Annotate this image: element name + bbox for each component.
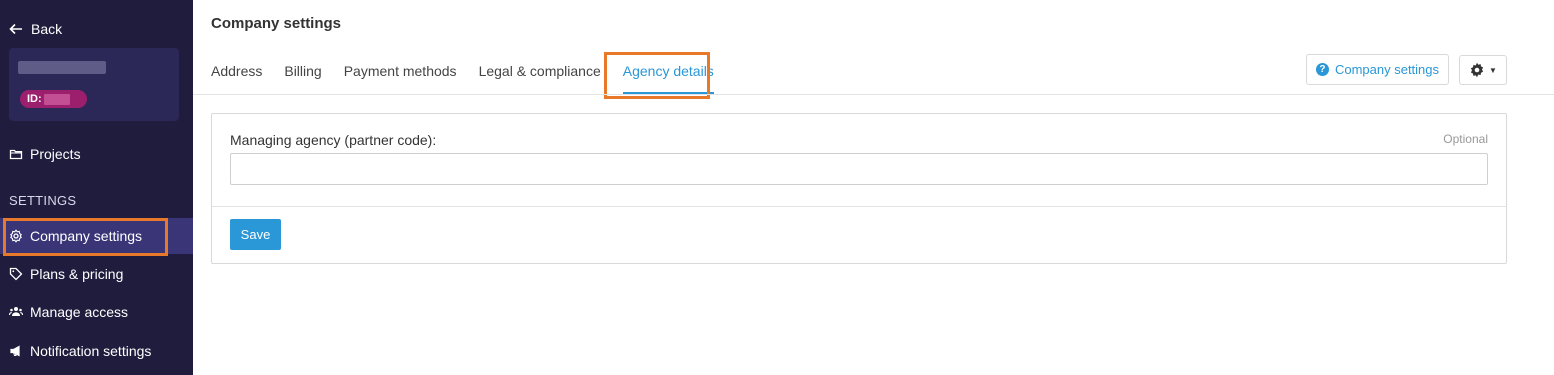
partner-code-input[interactable] (230, 153, 1488, 185)
gear-icon (1470, 62, 1484, 78)
sidebar-item-manage-access[interactable]: Manage access (0, 294, 193, 330)
agency-details-card: Managing agency (partner code): Optional… (211, 113, 1507, 264)
tab-billing[interactable]: Billing (284, 52, 321, 94)
folder-icon (9, 149, 23, 160)
megaphone-icon (10, 345, 20, 357)
sidebar-item-plans-pricing[interactable]: Plans & pricing (0, 256, 193, 292)
tab-payment-methods[interactable]: Payment methods (344, 52, 457, 94)
tab-legal-compliance[interactable]: Legal & compliance (479, 52, 601, 94)
card-divider (212, 206, 1506, 207)
managing-agency-label: Managing agency (partner code): (230, 132, 437, 148)
page-title: Company settings (211, 15, 342, 32)
tab-address[interactable]: Address (211, 52, 262, 94)
sidebar-item-company-settings[interactable]: Company settings (0, 218, 193, 254)
settings-dropdown-button[interactable]: ▼ (1459, 55, 1507, 85)
settings-section-label: SETTINGS (9, 193, 77, 208)
back-label: Back (31, 21, 63, 37)
help-button-label: Company settings (1334, 62, 1440, 77)
account-id-prefix: ID: (27, 93, 42, 105)
account-id-badge: ID: (20, 90, 87, 108)
sidebar-item-notification-settings[interactable]: Notification settings (0, 333, 193, 369)
sidebar-item-label: Manage access (30, 304, 129, 320)
sidebar-item-label: Projects (30, 146, 81, 162)
sidebar-item-label: Plans & pricing (30, 266, 124, 282)
sidebar-item-label: Company settings (30, 228, 143, 244)
save-button[interactable]: Save (230, 219, 281, 250)
sidebar-item-projects[interactable]: Projects (0, 136, 193, 172)
help-icon: ? (1315, 63, 1329, 76)
arrow-left-icon (9, 23, 22, 35)
tabs-divider (193, 94, 1554, 95)
tag-icon (9, 267, 23, 281)
optional-label: Optional (1443, 132, 1488, 146)
chevron-down-icon: ▼ (1489, 65, 1497, 75)
back-link[interactable]: Back (9, 21, 62, 37)
company-settings-help-button[interactable]: ? Company settings (1306, 54, 1449, 85)
gear-icon (10, 229, 22, 243)
sidebar-item-label: Notification settings (30, 343, 152, 359)
tab-agency-details[interactable]: Agency details (622, 52, 714, 94)
users-icon (9, 307, 23, 316)
account-id-redacted (43, 93, 70, 105)
account-name-redacted (18, 61, 106, 74)
settings-tabs: Address Billing Payment methods Legal & … (211, 52, 736, 94)
sidebar: Back ID: Projects SETTINGS Company setti… (0, 0, 193, 375)
account-card[interactable]: ID: (9, 48, 179, 121)
main-content: Company settings Address Billing Payment… (193, 0, 1554, 375)
